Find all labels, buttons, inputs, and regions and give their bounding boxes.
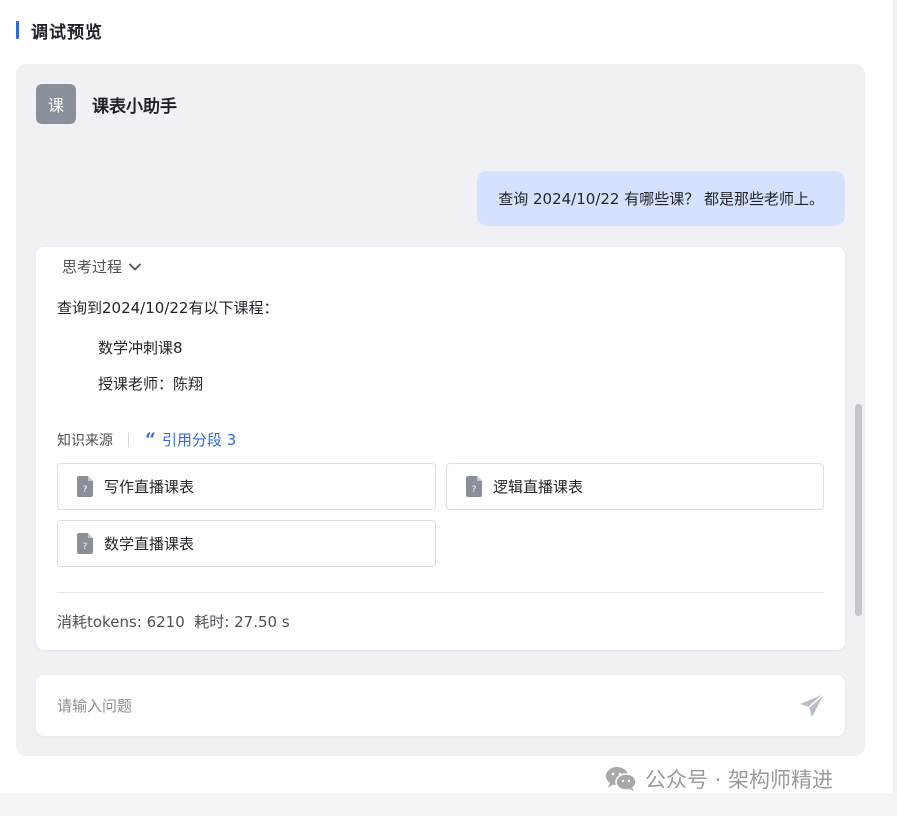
page-bottom-strip bbox=[0, 793, 897, 816]
document-unknown-icon: ? bbox=[466, 476, 482, 497]
user-message-text: 查询 2024/10/22 有哪些课？ 都是那些老师上。 bbox=[498, 190, 824, 208]
source-card-logic[interactable]: ? 逻辑直播课表 bbox=[446, 463, 824, 510]
bot-header: 课 课表小助手 bbox=[36, 84, 177, 124]
assistant-answer-card: 思考过程 查询到2024/10/22有以下课程： 数学冲刺课8 授课老师：陈翔 … bbox=[36, 247, 845, 650]
question-input-box bbox=[36, 675, 845, 736]
source-card-writing[interactable]: ? 写作直播课表 bbox=[57, 463, 436, 510]
svg-text:?: ? bbox=[83, 542, 88, 552]
source-card-math[interactable]: ? 数学直播课表 bbox=[57, 520, 436, 567]
source-title: 写作直播课表 bbox=[104, 478, 195, 496]
chat-scrollbar[interactable] bbox=[855, 404, 862, 616]
bot-name: 课表小助手 bbox=[92, 96, 177, 117]
section-accent-bar bbox=[16, 21, 19, 39]
watermark-text: 公众号 · 架构师精进 bbox=[645, 768, 834, 792]
svg-text:?: ? bbox=[472, 485, 477, 495]
source-title: 数学直播课表 bbox=[104, 535, 195, 553]
send-icon bbox=[800, 693, 825, 717]
answer-teacher: 授课老师：陈翔 bbox=[98, 375, 204, 393]
knowledge-sources-label: 知识来源 bbox=[57, 432, 113, 449]
send-button[interactable] bbox=[797, 691, 827, 721]
document-unknown-icon: ? bbox=[77, 533, 93, 554]
knowledge-sources-row: 知识来源 “ 引用分段 3 bbox=[57, 429, 236, 450]
wechat-icon bbox=[606, 767, 637, 791]
quote-icon: “ bbox=[145, 428, 156, 451]
page-right-border bbox=[893, 0, 897, 816]
citation-link[interactable]: “ 引用分段 3 bbox=[145, 429, 236, 450]
usage-stats: 消耗tokens: 6210 耗时: 27.50 s bbox=[57, 613, 290, 631]
sources-divider bbox=[128, 432, 129, 447]
section-title: 调试预览 bbox=[31, 22, 103, 43]
card-divider bbox=[57, 592, 824, 593]
section-header: 调试预览 bbox=[16, 18, 103, 43]
thinking-process-toggle[interactable]: 思考过程 bbox=[62, 256, 142, 277]
bot-avatar: 课 bbox=[36, 84, 76, 124]
answer-intro: 查询到2024/10/22有以下课程： bbox=[57, 299, 279, 317]
thinking-process-label: 思考过程 bbox=[62, 258, 123, 276]
document-unknown-icon: ? bbox=[77, 476, 93, 497]
source-title: 逻辑直播课表 bbox=[493, 478, 584, 496]
svg-text:?: ? bbox=[83, 485, 88, 495]
question-input[interactable] bbox=[57, 675, 777, 736]
citation-label: 引用分段 3 bbox=[161, 431, 237, 449]
user-message-bubble: 查询 2024/10/22 有哪些课？ 都是那些老师上。 bbox=[477, 171, 845, 226]
watermark: 公众号 · 架构师精进 bbox=[605, 764, 833, 794]
debug-preview-panel: 课 课表小助手 查询 2024/10/22 有哪些课？ 都是那些老师上。 思考过… bbox=[16, 64, 865, 756]
chevron-down-icon bbox=[129, 263, 141, 270]
answer-course-name: 数学冲刺课8 bbox=[98, 339, 183, 357]
